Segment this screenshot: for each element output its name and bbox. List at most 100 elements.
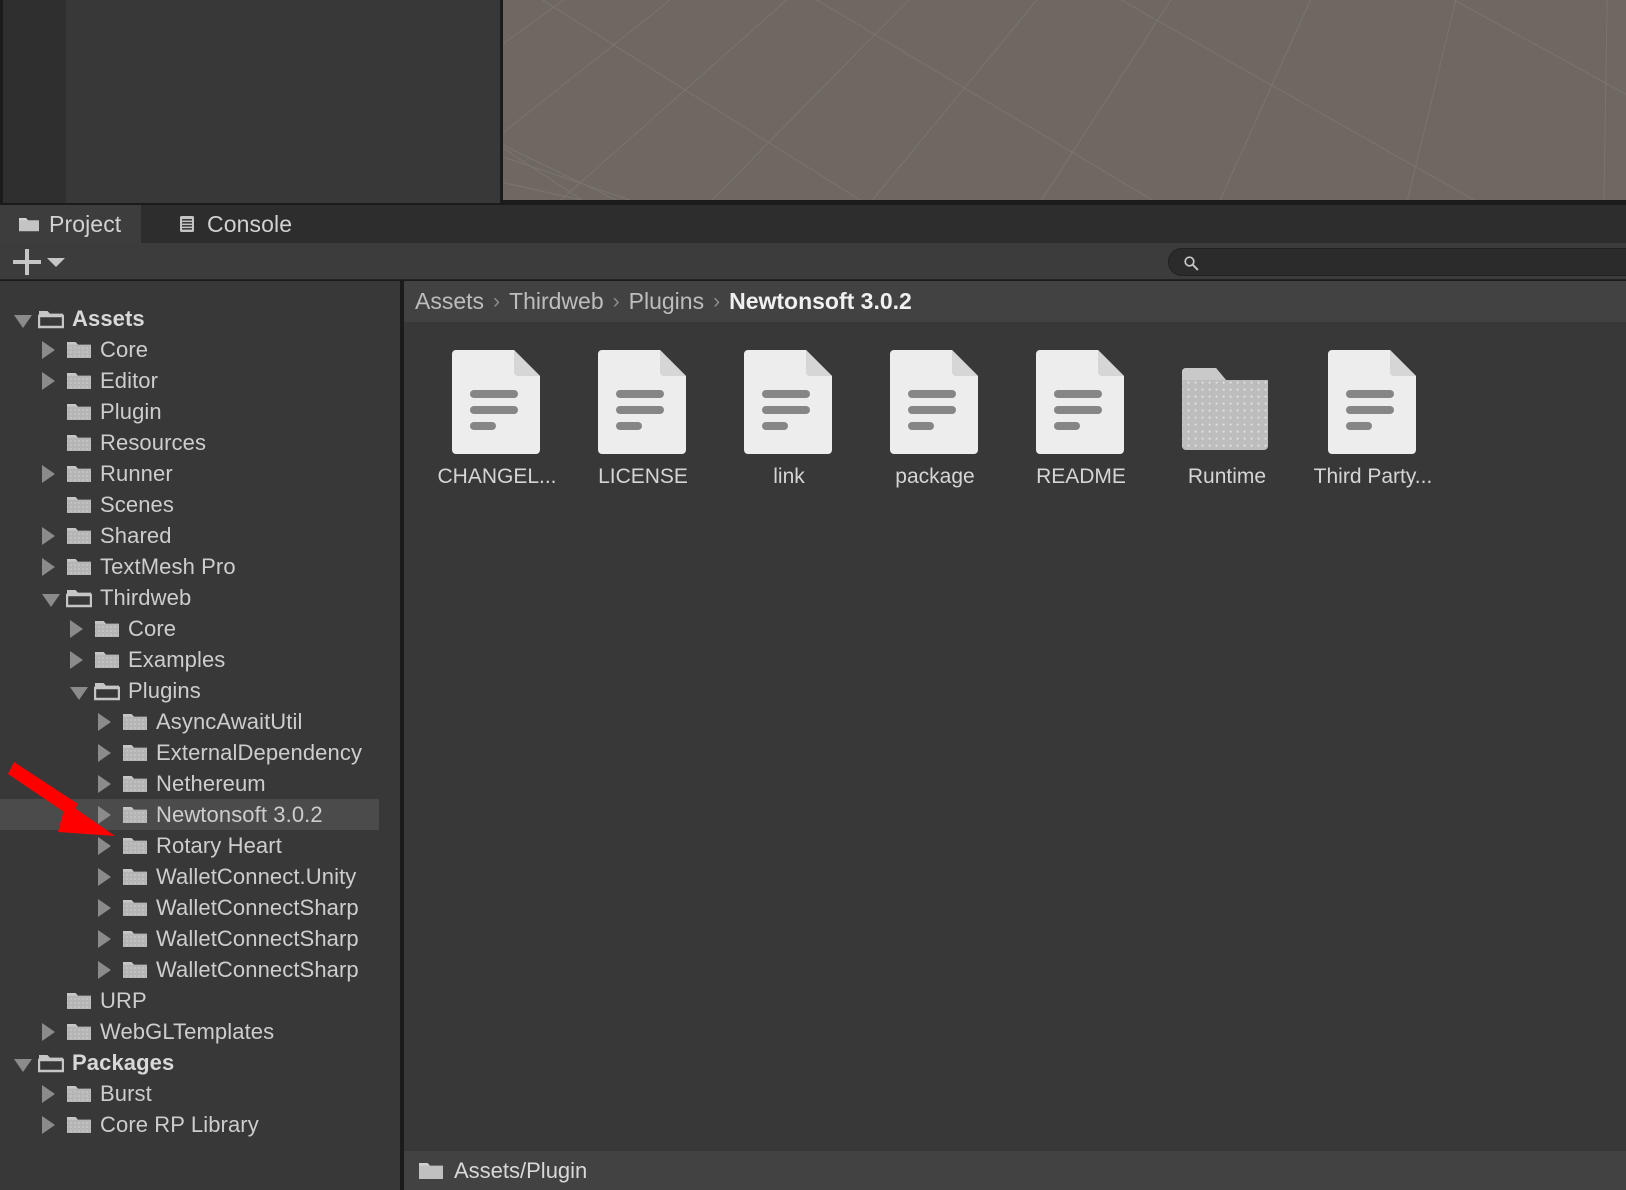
- breadcrumb-item-thirdweb[interactable]: Thirdweb: [509, 288, 604, 315]
- foldout-collapsed-icon[interactable]: [98, 744, 111, 762]
- tree-item-plugins[interactable]: Plugins: [0, 675, 379, 706]
- foldout-collapsed-icon[interactable]: [98, 806, 111, 824]
- foldout-collapsed-icon[interactable]: [98, 775, 111, 793]
- folder-icon: [67, 404, 91, 420]
- breadcrumb-item-newtonsoft-3-0-2[interactable]: Newtonsoft 3.0.2: [729, 288, 912, 315]
- asset-icon-wrap: [424, 340, 570, 463]
- foldout-collapsed-icon[interactable]: [42, 558, 55, 576]
- foldout-collapsed-icon[interactable]: [98, 930, 111, 948]
- foldout-collapsed-icon[interactable]: [42, 527, 55, 545]
- tree-item-urp[interactable]: URP: [0, 985, 379, 1016]
- tree-item-scenes[interactable]: Scenes: [0, 489, 379, 520]
- tree-item-shared[interactable]: Shared: [0, 520, 379, 551]
- tree-item-label: Rotary Heart: [156, 832, 282, 858]
- tree-item-plugin[interactable]: Plugin: [0, 396, 379, 427]
- foldout-expanded-icon[interactable]: [70, 687, 88, 700]
- search-input[interactable]: [1207, 249, 1626, 275]
- folder-icon: [123, 714, 147, 730]
- tab-project[interactable]: Project: [0, 205, 142, 243]
- asset-item-label: Third Party...: [1313, 465, 1433, 488]
- breadcrumb-separator: ›: [713, 289, 721, 313]
- project-tree-panel[interactable]: Assets Core Editor Plugin Resources Runner Sce…: [0, 281, 400, 1190]
- foldout-collapsed-icon[interactable]: [42, 1085, 55, 1103]
- panel-tabbar: Project Console: [0, 205, 1626, 243]
- add-asset-button[interactable]: [13, 249, 41, 275]
- project-tree: Assets Core Editor Plugin Resources Runner Sce…: [0, 303, 379, 1140]
- breadcrumb-item-assets[interactable]: Assets: [415, 288, 484, 315]
- asset-item-third-party[interactable]: Third Party...: [1300, 340, 1446, 489]
- search-box[interactable]: [1168, 248, 1626, 276]
- foldout-collapsed-icon[interactable]: [42, 341, 55, 359]
- asset-item-label: Runtime: [1187, 465, 1267, 488]
- tree-item-burst[interactable]: Burst: [0, 1078, 379, 1109]
- file-icon: [1036, 349, 1124, 454]
- folder-icon: [67, 559, 91, 575]
- asset-item-changel[interactable]: CHANGEL...: [424, 340, 570, 489]
- foldout-collapsed-icon[interactable]: [70, 620, 83, 638]
- tree-item-packages[interactable]: Packages: [0, 1047, 379, 1078]
- asset-icon-wrap: [570, 340, 716, 463]
- foldout-collapsed-icon[interactable]: [98, 961, 111, 979]
- asset-item-link[interactable]: link: [716, 340, 862, 489]
- tree-item-label: WalletConnectSharp: [156, 925, 359, 951]
- foldout-collapsed-icon[interactable]: [42, 372, 55, 390]
- breadcrumb-item-plugins[interactable]: Plugins: [629, 288, 704, 315]
- foldout-expanded-icon[interactable]: [42, 594, 60, 607]
- foldout-collapsed-icon[interactable]: [98, 899, 111, 917]
- tree-item-newtonsoft-3-0-2[interactable]: Newtonsoft 3.0.2: [0, 799, 379, 830]
- tree-item-externaldependency[interactable]: ExternalDependency: [0, 737, 379, 768]
- folder-icon: [67, 342, 91, 358]
- asset-item-label: CHANGEL...: [437, 465, 557, 488]
- folder-open-icon: [94, 683, 120, 701]
- tree-item-webgltemplates[interactable]: WebGLTemplates: [0, 1016, 379, 1047]
- tree-item-textmesh-pro[interactable]: TextMesh Pro: [0, 551, 379, 582]
- foldout-collapsed-icon[interactable]: [42, 1116, 55, 1134]
- foldout-expanded-icon[interactable]: [14, 315, 32, 328]
- tree-item-walletconnectsharp[interactable]: WalletConnectSharp: [0, 923, 379, 954]
- tree-item-asyncawaitutil[interactable]: AsyncAwaitUtil: [0, 706, 379, 737]
- scene-view[interactable]: [503, 0, 1626, 200]
- tree-item-walletconnect-unity[interactable]: WalletConnect.Unity: [0, 861, 379, 892]
- foldout-expanded-icon[interactable]: [14, 1059, 32, 1072]
- folder-icon: [67, 466, 91, 482]
- tree-item-thirdweb[interactable]: Thirdweb: [0, 582, 379, 613]
- tree-item-core[interactable]: Core: [0, 613, 379, 644]
- tree-item-label: Core RP Library: [100, 1111, 259, 1137]
- foldout-collapsed-icon[interactable]: [70, 651, 83, 669]
- tree-item-resources[interactable]: Resources: [0, 427, 379, 458]
- foldout-collapsed-icon[interactable]: [98, 868, 111, 886]
- tree-item-core-rp-library[interactable]: Core RP Library: [0, 1109, 379, 1140]
- foldout-collapsed-icon[interactable]: [98, 713, 111, 731]
- tree-item-rotary-heart[interactable]: Rotary Heart: [0, 830, 379, 861]
- tree-item-walletconnectsharp[interactable]: WalletConnectSharp: [0, 954, 379, 985]
- tree-item-walletconnectsharp[interactable]: WalletConnectSharp: [0, 892, 379, 923]
- foldout-collapsed-icon[interactable]: [98, 837, 111, 855]
- asset-item-package[interactable]: package: [862, 340, 1008, 489]
- tree-item-core[interactable]: Core: [0, 334, 379, 365]
- tree-item-label: Packages: [72, 1049, 175, 1075]
- folder-icon: [67, 993, 91, 1009]
- tree-item-nethereum[interactable]: Nethereum: [0, 768, 379, 799]
- folder-icon: [123, 869, 147, 885]
- tree-item-runner[interactable]: Runner: [0, 458, 379, 489]
- folder-icon: [1182, 367, 1268, 450]
- asset-item-license[interactable]: LICENSE: [570, 340, 716, 489]
- asset-icon-wrap: [862, 340, 1008, 463]
- chevron-down-icon[interactable]: [47, 258, 65, 267]
- asset-item-runtime[interactable]: Runtime: [1154, 340, 1300, 489]
- asset-item-readme[interactable]: README: [1008, 340, 1154, 489]
- foldout-collapsed-icon[interactable]: [42, 1023, 55, 1041]
- tree-item-label: WalletConnect.Unity: [156, 863, 357, 889]
- folder-icon: [67, 528, 91, 544]
- tree-item-examples[interactable]: Examples: [0, 644, 379, 675]
- tree-item-label: Editor: [100, 367, 159, 393]
- tab-console[interactable]: Console: [158, 205, 312, 243]
- folder-icon: [67, 373, 91, 389]
- folder-icon: [123, 962, 147, 978]
- foldout-collapsed-icon[interactable]: [42, 465, 55, 483]
- statusbar: Assets/Plugin: [404, 1151, 1626, 1190]
- scene-grid-icon: [503, 0, 1626, 200]
- tree-item-editor[interactable]: Editor: [0, 365, 379, 396]
- asset-grid[interactable]: CHANGEL... LICENSE link package README Runtim…: [404, 322, 1626, 1151]
- tree-item-assets[interactable]: Assets: [0, 303, 379, 334]
